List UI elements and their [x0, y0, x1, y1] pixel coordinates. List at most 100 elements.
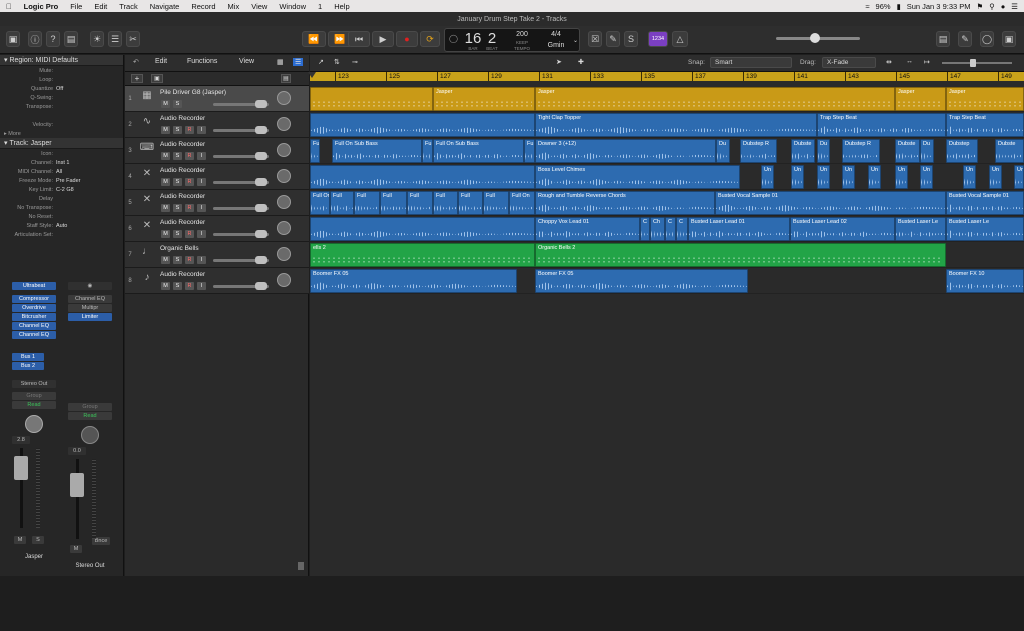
functions-menu[interactable]: Functions: [187, 58, 217, 65]
track-lane[interactable]: Full On Full Full Full Full Full Full Full Full …: [310, 190, 1024, 216]
audio-region[interactable]: Full: [330, 191, 354, 215]
audio-region[interactable]: Un: [868, 165, 881, 189]
lcd-display[interactable]: ◯ 16 BAR 2 BEAT 200 KEEP TEMPO 4/4 Gmin …: [444, 28, 580, 52]
midi-region[interactable]: Jasper: [433, 87, 535, 111]
audio-region[interactable]: Un: [761, 165, 774, 189]
record-button[interactable]: ●: [396, 31, 418, 47]
audio-region[interactable]: [310, 113, 535, 137]
metronome-button[interactable]: △: [672, 31, 688, 47]
more-toggle[interactable]: ▸ More: [0, 129, 123, 138]
record-enable-button[interactable]: R: [185, 256, 194, 264]
track-header[interactable]: ▾ Track: Jasper: [0, 138, 123, 149]
audio-region[interactable]: Dubstep: [946, 139, 978, 163]
audio-region[interactable]: Full On: [509, 191, 535, 215]
menu-record[interactable]: Record: [185, 2, 221, 11]
param-row[interactable]: Freeze Mode: Pre Fader: [0, 176, 123, 185]
menu-edit[interactable]: Edit: [88, 2, 113, 11]
pointer-tool-icon[interactable]: ➤: [556, 58, 562, 66]
solo-button[interactable]: S: [173, 230, 182, 238]
audio-region[interactable]: Dubstep R: [842, 139, 880, 163]
param-row[interactable]: Transpose:: [0, 102, 123, 111]
fader-cap[interactable]: [70, 473, 84, 497]
solo-button[interactable]: S: [173, 282, 182, 290]
track-header-row[interactable]: 6 ✕ Audio Recorder M S R I: [125, 216, 309, 242]
replace-icon[interactable]: ☒: [588, 31, 602, 47]
audio-region[interactable]: Un: [1014, 165, 1024, 189]
notepad-icon[interactable]: ✎: [958, 31, 972, 47]
arrange-area[interactable]: Jasper Jasper Jasper Jasper Tight Clap Toppe…: [310, 81, 1024, 576]
midi-region[interactable]: Jasper: [946, 87, 1024, 111]
editors-icon[interactable]: ✂: [126, 31, 140, 47]
smart-controls-icon[interactable]: ☀: [90, 31, 104, 47]
audio-region[interactable]: C: [640, 217, 650, 241]
track-volume-knob[interactable]: [255, 126, 267, 134]
track-lane[interactable]: Boss Level Chimes Un Un Un Un Un Un Un Un Un Un: [310, 164, 1024, 190]
track-header-row[interactable]: 1 ▦ Pile Driver G8 (Jasper) M S: [125, 86, 309, 112]
bells-icon[interactable]: ♩: [139, 246, 155, 258]
param-value[interactable]: Pre Fader: [56, 178, 80, 184]
flag-icon[interactable]: ⚑: [977, 2, 984, 11]
track-header-row[interactable]: 8 ♪ Audio Recorder M S R I: [125, 268, 309, 294]
mute-button[interactable]: M: [161, 126, 170, 134]
menu-file[interactable]: File: [64, 2, 88, 11]
flex-icon[interactable]: ⇅: [334, 58, 340, 66]
toolbar-toggle-icon[interactable]: ▤: [64, 31, 78, 47]
param-row[interactable]: Delay: [0, 194, 123, 203]
audio-region[interactable]: Dubste: [995, 139, 1024, 163]
solo-button[interactable]: S: [173, 178, 182, 186]
audio-region[interactable]: Un: [989, 165, 1002, 189]
control-center-icon[interactable]: ☰: [1011, 2, 1018, 11]
menu-navigate[interactable]: Navigate: [144, 2, 186, 11]
track-volume-knob[interactable]: [255, 230, 267, 238]
audio-region[interactable]: Fu: [422, 139, 433, 163]
track-volume-knob[interactable]: [255, 204, 267, 212]
automation-mode[interactable]: Read: [12, 401, 56, 409]
solo-button[interactable]: S: [32, 536, 44, 544]
list-view-icon[interactable]: ☰: [293, 58, 304, 66]
mute-button[interactable]: M: [161, 100, 170, 108]
track-lane[interactable]: ells 2 Organic Bells 2: [310, 242, 1024, 268]
param-row[interactable]: Key Limit: C-2 G8: [0, 185, 123, 194]
solo-button[interactable]: S: [173, 256, 182, 264]
waveform-icon[interactable]: ∿: [139, 116, 155, 128]
search-icon[interactable]: ⚲: [989, 2, 995, 11]
list-editors-icon[interactable]: ▤: [936, 31, 950, 47]
audio-region[interactable]: Fu: [310, 139, 320, 163]
audio-region[interactable]: Dubstep R: [740, 139, 777, 163]
param-value[interactable]: Auto: [56, 223, 67, 229]
user-icon[interactable]: ●: [1001, 2, 1006, 11]
audio-region[interactable]: Dubste: [895, 139, 920, 163]
track-header-row[interactable]: 7 ♩ Organic Bells M S R I: [125, 242, 309, 268]
audio-region[interactable]: Du: [716, 139, 730, 163]
audio-region[interactable]: Full: [380, 191, 407, 215]
back-icon[interactable]: ↶: [133, 58, 139, 66]
menu-1[interactable]: 1: [312, 2, 328, 11]
audio-region[interactable]: Fu: [524, 139, 535, 163]
plugin-slot[interactable]: Channel EQ: [12, 331, 56, 339]
track-header-row[interactable]: 5 ✕ Audio Recorder M S R I: [125, 190, 309, 216]
param-row[interactable]: MIDI Channel: All: [0, 167, 123, 176]
audio-region[interactable]: C: [676, 217, 688, 241]
audio-region[interactable]: Boomer FX 05: [310, 269, 517, 293]
menu-mix[interactable]: Mix: [222, 2, 246, 11]
param-row[interactable]: No Reset:: [0, 212, 123, 221]
mute-button[interactable]: M: [161, 282, 170, 290]
audio-region[interactable]: Boomer FX 10: [946, 269, 1024, 293]
track-pan-knob[interactable]: [277, 273, 291, 287]
param-row[interactable]: Staff Style: Auto: [0, 221, 123, 230]
audio-region[interactable]: [310, 217, 535, 241]
midi-region[interactable]: ells 2: [310, 243, 535, 267]
audio-region[interactable]: Tight Clap Topper: [535, 113, 817, 137]
track-volume-knob[interactable]: [255, 282, 267, 290]
count-in-button[interactable]: 1234: [648, 31, 668, 47]
param-value[interactable]: Off: [56, 86, 63, 92]
record-enable-button[interactable]: R: [185, 178, 194, 186]
record-enable-button[interactable]: R: [185, 152, 194, 160]
param-row[interactable]: Velocity:: [0, 120, 123, 129]
mute-button[interactable]: M: [70, 545, 82, 553]
param-value[interactable]: All: [56, 169, 62, 175]
track-name[interactable]: Pile Driver G8 (Jasper): [160, 89, 226, 96]
track-name[interactable]: Audio Recorder: [160, 167, 205, 174]
audio-region[interactable]: Full: [354, 191, 380, 215]
track-pan-knob[interactable]: [277, 221, 291, 235]
